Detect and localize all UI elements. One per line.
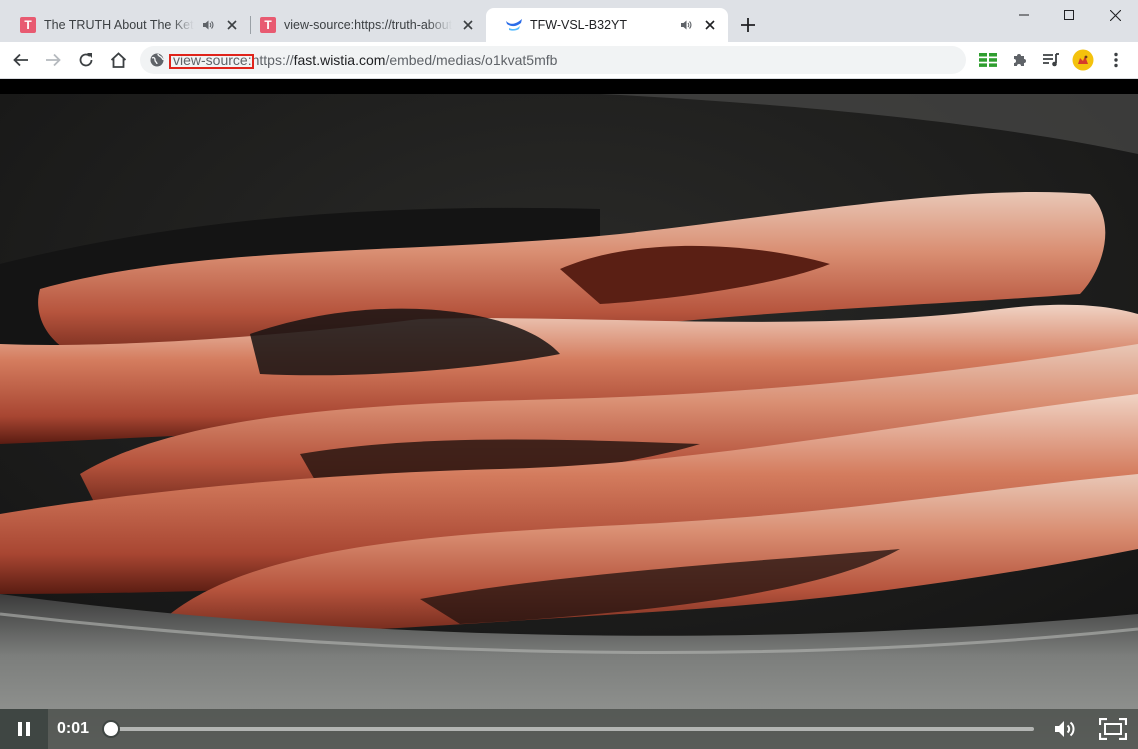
speaker-icon[interactable]	[678, 17, 694, 33]
close-tab-icon[interactable]	[224, 17, 240, 33]
back-button[interactable]	[7, 46, 35, 74]
tab-favicon-t-icon: T	[260, 17, 276, 33]
reload-icon	[79, 53, 93, 67]
close-tab-icon[interactable]	[460, 17, 476, 33]
url-path: /embed/medias/o1kvat5mfb	[385, 52, 558, 68]
address-bar[interactable]: view-source: https://fast.wistia.com/embe…	[140, 46, 966, 74]
browser-toolbar: view-source: https://fast.wistia.com/embe…	[0, 42, 1138, 79]
globe-icon	[149, 52, 165, 68]
url-text: view-source: https://fast.wistia.com/embe…	[169, 46, 558, 74]
tab-title: The TRUTH About The Ketog	[44, 18, 194, 32]
tab-favicon-t-icon: T	[20, 17, 36, 33]
close-tab-icon[interactable]	[702, 17, 718, 33]
tab-strip: T The TRUTH About The Ketog T view-sourc…	[0, 0, 1138, 42]
new-tab-button[interactable]	[737, 14, 759, 36]
grid-extension-icon[interactable]	[975, 47, 1001, 73]
tab-title: TFW-VSL-B32YT	[530, 18, 628, 32]
url-scheme: https://	[251, 52, 294, 68]
speaker-icon[interactable]	[200, 17, 216, 33]
video-frame-bacon	[0, 94, 1138, 749]
fullscreen-icon	[1099, 718, 1127, 740]
video-letterbox	[0, 79, 1138, 94]
media-queue-icon[interactable]	[1038, 47, 1064, 73]
view-source-prefix: view-source:	[169, 52, 254, 69]
reload-button[interactable]	[72, 46, 100, 74]
maximize-window-button[interactable]	[1046, 0, 1092, 30]
wistia-icon	[506, 17, 522, 33]
close-window-button[interactable]	[1092, 0, 1138, 30]
tab-keto-truth[interactable]: T The TRUTH About The Ketog	[0, 8, 250, 42]
seek-bar[interactable]	[101, 720, 1034, 738]
fullscreen-button[interactable]	[1097, 715, 1129, 743]
tab-wistia-video[interactable]: TFW-VSL-B32YT	[486, 8, 728, 42]
url-host: fast.wistia.com	[293, 52, 386, 68]
red-highlight-box	[169, 54, 254, 69]
home-button[interactable]	[104, 46, 132, 74]
seek-handle[interactable]	[101, 720, 120, 738]
tab-view-source[interactable]: T view-source:https://truth-about-	[240, 8, 486, 42]
video-controls-bar: 0:01	[0, 709, 1138, 749]
pause-button[interactable]	[0, 709, 48, 749]
forward-button[interactable]	[39, 46, 67, 74]
more-menu-icon[interactable]	[1103, 47, 1129, 73]
pause-icon	[18, 722, 30, 736]
extensions-puzzle-icon[interactable]	[1007, 47, 1033, 73]
home-icon	[110, 52, 126, 68]
volume-icon	[1055, 721, 1075, 737]
current-time: 0:01	[57, 720, 90, 737]
minimize-window-button[interactable]	[1001, 0, 1047, 30]
back-arrow-icon	[13, 53, 28, 67]
forward-arrow-icon	[46, 53, 61, 67]
tab-title: view-source:https://truth-about-	[284, 18, 452, 32]
profile-avatar-icon[interactable]	[1070, 47, 1096, 73]
volume-button[interactable]	[1051, 715, 1081, 743]
video-player[interactable]: 0:01	[0, 79, 1138, 749]
